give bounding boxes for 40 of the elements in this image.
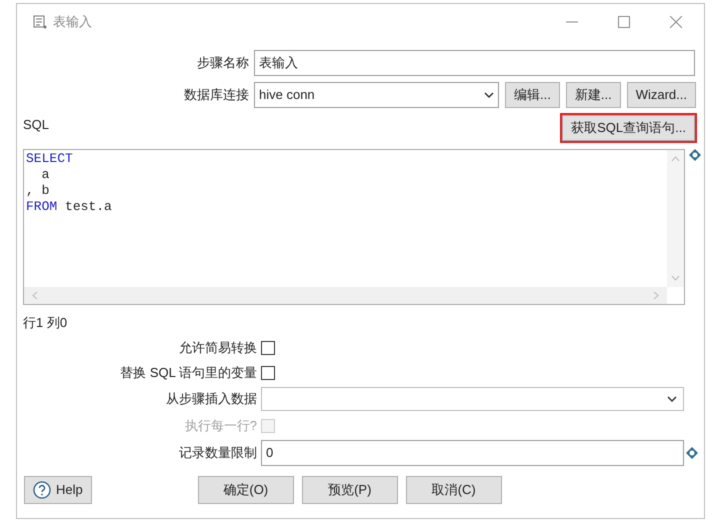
code-line: SELECT — [26, 151, 74, 167]
field-label: 允许简易转换 — [178, 338, 257, 357]
connection-dropdown[interactable]: hive conn — [254, 82, 499, 108]
code-line: a — [40, 167, 50, 183]
checkbox[interactable] — [261, 366, 275, 380]
dialog-button[interactable]: 预览(P) — [302, 476, 398, 504]
dialog-button[interactable]: 编辑... — [505, 82, 560, 108]
dialog-button[interactable]: 新建... — [566, 82, 621, 108]
field-label: 执行每一行? — [184, 416, 257, 435]
vertical-scrollbar[interactable] — [667, 150, 684, 287]
help-icon — [33, 481, 51, 499]
sql-editor[interactable]: SELECT a , b FROM test.a — [23, 149, 685, 305]
code-line: , b — [26, 183, 50, 199]
input-field[interactable]: 0 — [261, 440, 684, 466]
table-icon — [33, 14, 47, 28]
field-label: 数据库连接 — [183, 86, 250, 104]
close-icon[interactable] — [670, 16, 682, 28]
field-label: 从步骤插入数据 — [165, 390, 257, 408]
scroll-down-icon[interactable] — [671, 275, 680, 281]
get-sql-button[interactable]: 获取SQL查询语句... — [562, 115, 695, 141]
field-label: 步骤名称 — [196, 54, 250, 72]
code-line: FROM test.a — [26, 199, 113, 215]
section-label: SQL — [23, 116, 50, 134]
field-label: 记录数量限制 — [178, 444, 257, 462]
cursor-position: 行1 列0 — [22, 314, 68, 332]
input-field[interactable]: 表输入 — [254, 50, 695, 76]
help-button[interactable]: Help — [24, 476, 92, 504]
scroll-up-icon[interactable] — [671, 156, 680, 162]
checkbox[interactable] — [261, 340, 275, 354]
scroll-left-icon[interactable] — [32, 291, 38, 300]
scroll-right-icon[interactable] — [653, 291, 659, 300]
dialog-button[interactable]: 确定(O) — [198, 476, 294, 504]
window-title: 表输入 — [53, 12, 92, 31]
maximize-icon[interactable] — [618, 16, 630, 28]
dialog-button[interactable]: Wizard... — [626, 82, 696, 108]
variable-icon — [689, 149, 701, 161]
dropdown-field[interactable] — [261, 387, 684, 411]
dialog-button[interactable]: 取消(C) — [406, 476, 502, 504]
field-label: 替换 SQL 语句里的变量 — [119, 364, 257, 382]
horizontal-scrollbar[interactable] — [24, 287, 667, 304]
